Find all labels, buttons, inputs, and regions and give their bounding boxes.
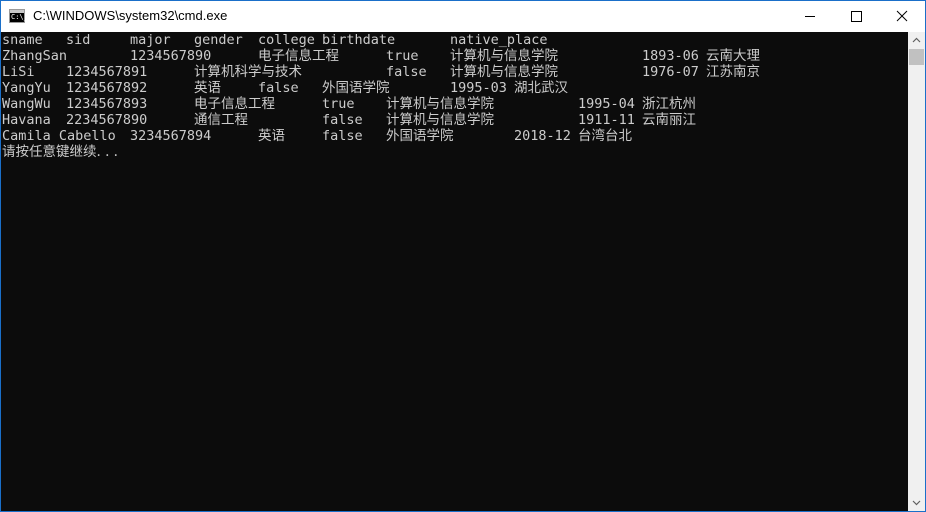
- maximize-button[interactable]: [833, 1, 879, 32]
- cell-sid: 1234567893: [66, 96, 148, 112]
- cmd-app-icon[interactable]: C:\_: [9, 9, 28, 23]
- cell-gender: false: [386, 64, 427, 80]
- minimize-icon: [805, 16, 815, 17]
- header-native-place: native_place: [450, 32, 548, 48]
- header-gender: gender: [194, 32, 243, 48]
- minimize-button[interactable]: [787, 1, 833, 32]
- cell-birthdate: 1911-11: [578, 112, 635, 128]
- close-icon: [896, 10, 908, 22]
- cell-college: 计算机与信息学院: [450, 48, 558, 64]
- cell-birthdate: 1976-07: [642, 64, 699, 80]
- cell-birthdate: 2018-12: [514, 128, 571, 144]
- cell-native-place: 江苏南京: [706, 64, 760, 80]
- scrollbar-thumb[interactable]: [909, 49, 924, 65]
- window-title: C:\WINDOWS\system32\cmd.exe: [33, 8, 228, 23]
- cell-college: 外国语学院: [322, 80, 390, 96]
- cell-major: 计算机科学与技术: [194, 64, 302, 80]
- table-row: WangWu 1234567893 电子信息工程 true 计算机与信息学院 1…: [1, 96, 908, 112]
- cell-native-place: 湖北武汉: [514, 80, 568, 96]
- cell-birthdate: 1995-04: [578, 96, 635, 112]
- press-any-key-prompt: 请按任意键继续. . .: [2, 144, 118, 160]
- cmd-window: C:\_ C:\WINDOWS\system32\cmd.exe sname s…: [0, 0, 926, 512]
- header-college: college: [258, 32, 315, 48]
- cell-major: 英语: [194, 80, 221, 96]
- cell-native-place: 浙江杭州: [642, 96, 696, 112]
- header-sid: sid: [66, 32, 91, 48]
- vertical-scrollbar[interactable]: [908, 32, 925, 511]
- header-birthdate: birthdate: [322, 32, 396, 48]
- close-button[interactable]: [879, 1, 925, 32]
- cell-gender: true: [386, 48, 419, 64]
- cell-native-place: 台湾台北: [578, 128, 632, 144]
- cell-sid: 1234567890: [130, 48, 212, 64]
- header-major: major: [130, 32, 171, 48]
- cell-sname: Camila Cabello: [2, 128, 116, 144]
- cmd-icon-prompt: C:\_: [11, 13, 28, 21]
- cell-gender: false: [322, 112, 363, 128]
- cell-college: 计算机与信息学院: [450, 64, 558, 80]
- cell-native-place: 云南大理: [706, 48, 760, 64]
- table-row: LiSi 1234567891 计算机科学与技术 false 计算机与信息学院 …: [1, 64, 908, 80]
- cell-college: 外国语学院: [386, 128, 454, 144]
- header-row: sname sid major gender college birthdate…: [1, 32, 908, 48]
- chevron-up-icon: [912, 37, 921, 43]
- cell-sname: Havana: [2, 112, 51, 128]
- table-row: Havana 2234567890 通信工程 false 计算机与信息学院 19…: [1, 112, 908, 128]
- cell-native-place: 云南丽江: [642, 112, 696, 128]
- cell-sid: 2234567890: [66, 112, 148, 128]
- cell-gender: false: [258, 80, 299, 96]
- console-output[interactable]: sname sid major gender college birthdate…: [1, 32, 908, 511]
- cell-gender: true: [322, 96, 355, 112]
- cell-major: 英语: [258, 128, 285, 144]
- cell-sid: 1234567891: [66, 64, 148, 80]
- scroll-down-button[interactable]: [908, 494, 925, 511]
- table-row: ZhangSan 1234567890 电子信息工程 true 计算机与信息学院…: [1, 48, 908, 64]
- cell-sid: 1234567892: [66, 80, 148, 96]
- cell-sname: LiSi: [2, 64, 35, 80]
- cell-birthdate: 1995-03: [450, 80, 507, 96]
- cell-birthdate: 1893-06: [642, 48, 699, 64]
- maximize-icon: [851, 11, 862, 22]
- cell-major: 通信工程: [194, 112, 248, 128]
- cell-college: 计算机与信息学院: [386, 96, 494, 112]
- chevron-down-icon: [912, 500, 921, 506]
- table-row: Camila Cabello 3234567894 英语 false 外国语学院…: [1, 128, 908, 144]
- header-sname: sname: [2, 32, 43, 48]
- cell-sname: ZhangSan: [2, 48, 68, 64]
- cell-sname: WangWu: [2, 96, 51, 112]
- table-row: YangYu 1234567892 英语 false 外国语学院 1995-03…: [1, 80, 908, 96]
- cell-gender: false: [322, 128, 363, 144]
- cell-sid: 3234567894: [130, 128, 212, 144]
- cell-major: 电子信息工程: [194, 96, 275, 112]
- cell-major: 电子信息工程: [258, 48, 339, 64]
- footer-line: 请按任意键继续. . .: [1, 144, 908, 160]
- scroll-up-button[interactable]: [908, 32, 925, 49]
- cell-college: 计算机与信息学院: [386, 112, 494, 128]
- cell-sname: YangYu: [2, 80, 51, 96]
- title-bar[interactable]: C:\_ C:\WINDOWS\system32\cmd.exe: [1, 1, 925, 32]
